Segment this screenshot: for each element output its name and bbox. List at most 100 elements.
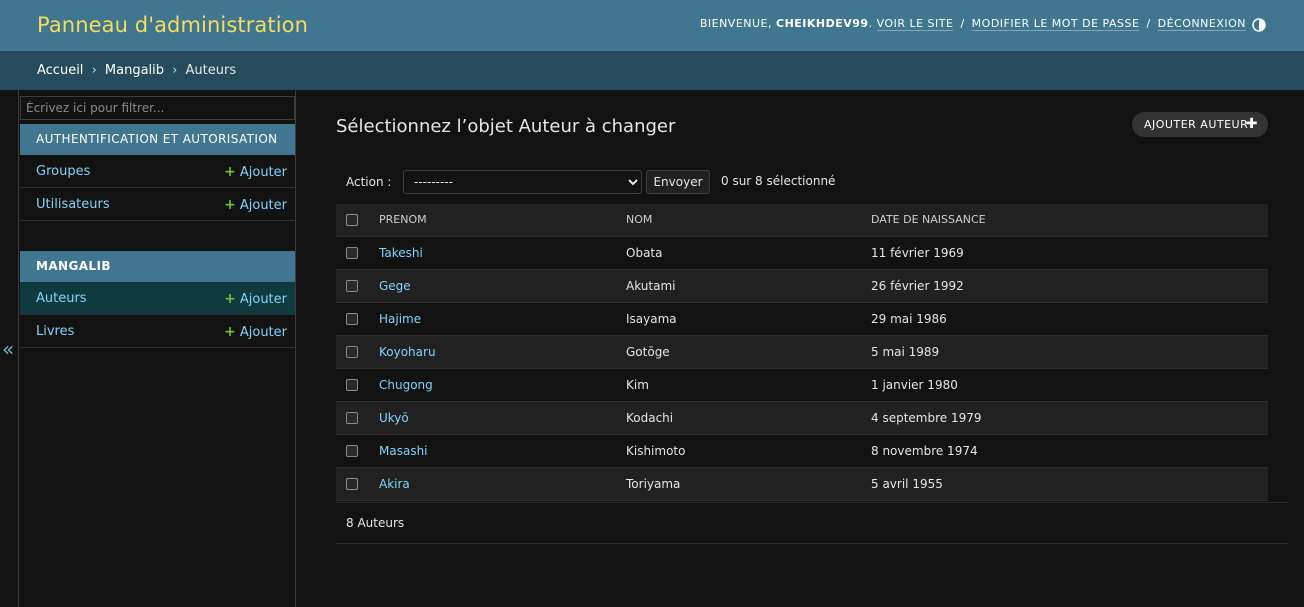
prenom-cell: Hajime [369, 302, 616, 336]
module-caption-mangalib[interactable]: MANGALIB [20, 251, 295, 282]
sidebar-filter-input[interactable] [20, 96, 295, 120]
breadcrumb: Accueil › Mangalib › Auteurs [0, 51, 1304, 90]
prenom-link[interactable]: Masashi [379, 444, 428, 458]
date-cell: 8 novembre 1974 [861, 434, 1268, 468]
prenom-cell: Takeshi [369, 236, 616, 270]
row-checkbox-cell [336, 236, 369, 270]
date-cell: 29 mai 1986 [861, 302, 1268, 336]
row-checkbox[interactable] [346, 280, 358, 292]
plus-icon: + [224, 197, 236, 213]
add-auteur-button[interactable]: AJOUTER AUTEUR ✚ [1132, 112, 1268, 137]
module-caption-auth[interactable]: AUTHENTIFICATION ET AUTORISATION [20, 124, 295, 155]
breadcrumb-app[interactable]: Mangalib [105, 63, 164, 78]
separator: / [1146, 17, 1151, 30]
date-cell: 26 février 1992 [861, 269, 1268, 303]
sidebar-item-livres: Livres + Ajouter [20, 315, 295, 348]
sidebar-item-auteurs: Auteurs + Ajouter [20, 282, 295, 315]
prenom-link[interactable]: Ukyō [379, 411, 409, 425]
module-auth: AUTHENTIFICATION ET AUTORISATION Groupes… [20, 124, 295, 221]
prenom-link[interactable]: Gege [379, 279, 411, 293]
site-title[interactable]: Panneau d'administration [37, 13, 308, 37]
sidebar-item-label[interactable]: Groupes [36, 164, 90, 179]
view-site-link[interactable]: VOIR LE SITE [876, 17, 954, 31]
prenom-link[interactable]: Chugong [379, 378, 433, 392]
table-row: Takeshi Obata 11 février 1969 [336, 236, 1268, 270]
selection-counter: 0 sur 8 sélectionné [721, 174, 836, 188]
breadcrumb-separator: › [172, 63, 178, 78]
prenom-cell: Gege [369, 269, 616, 303]
table-row: Hajime Isayama 29 mai 1986 [336, 302, 1268, 336]
column-header-date[interactable]: DATE DE NAISSANCE [861, 204, 1268, 237]
row-checkbox-cell [336, 434, 369, 468]
row-checkbox-cell [336, 467, 369, 501]
column-header-nom[interactable]: NOM [616, 204, 861, 237]
theme-toggle-icon[interactable] [1252, 18, 1266, 32]
row-checkbox[interactable] [346, 313, 358, 325]
actions-bar: Action : --------- Envoyer 0 sur 8 sélec… [336, 170, 1268, 194]
prenom-cell: Koyoharu [369, 335, 616, 369]
prenom-link[interactable]: Akira [379, 477, 410, 491]
row-checkbox[interactable] [346, 346, 358, 358]
sidebar-item-label[interactable]: Auteurs [36, 291, 87, 306]
page-title: Sélectionnez l’objet Auteur à changer [336, 116, 676, 137]
select-all-checkbox[interactable] [346, 214, 358, 227]
column-header-prenom[interactable]: PRENOM [369, 204, 616, 237]
row-checkbox[interactable] [346, 379, 358, 391]
table-row: Koyoharu Gotōge 5 mai 1989 [336, 335, 1268, 369]
table-header-row: PRENOM NOM DATE DE NAISSANCE [336, 204, 1268, 237]
table-row: Masashi Kishimoto 8 novembre 1974 [336, 434, 1268, 468]
table-row: Chugong Kim 1 janvier 1980 [336, 368, 1268, 402]
breadcrumb-separator: › [91, 63, 97, 78]
welcome-text: BIENVENUE, [699, 17, 772, 30]
header: Panneau d'administration BIENVENUE, CHEI… [0, 0, 1304, 51]
sidebar-toggle-button[interactable]: « [0, 90, 19, 607]
table-row: Ukyō Kodachi 4 septembre 1979 [336, 401, 1268, 435]
nom-cell: Gotōge [616, 335, 861, 369]
user-tools: BIENVENUE, CHEIKHDEV99. VOIR LE SITE / M… [699, 17, 1246, 31]
add-button-label: AJOUTER AUTEUR [1144, 118, 1249, 131]
row-checkbox[interactable] [346, 445, 358, 457]
plus-icon: + [224, 291, 236, 307]
date-cell: 5 mai 1989 [861, 335, 1268, 369]
row-checkbox[interactable] [346, 247, 358, 259]
date-cell: 4 septembre 1979 [861, 401, 1268, 435]
nom-cell: Obata [616, 236, 861, 270]
breadcrumb-home[interactable]: Accueil [37, 63, 83, 78]
prenom-cell: Akira [369, 467, 616, 501]
nom-cell: Akutami [616, 269, 861, 303]
plus-icon: ✚ [1245, 116, 1258, 132]
add-groupe-link[interactable]: + Ajouter [224, 164, 287, 180]
prenom-cell: Ukyō [369, 401, 616, 435]
prenom-link[interactable]: Takeshi [379, 246, 423, 260]
prenom-cell: Masashi [369, 434, 616, 468]
action-select[interactable]: --------- [403, 170, 642, 194]
sidebar-item-label[interactable]: Utilisateurs [36, 197, 110, 212]
row-checkbox-cell [336, 269, 369, 303]
separator: / [960, 17, 965, 30]
row-checkbox-cell [336, 302, 369, 336]
add-auteur-link[interactable]: + Ajouter [224, 291, 287, 307]
nom-cell: Kishimoto [616, 434, 861, 468]
nom-cell: Isayama [616, 302, 861, 336]
add-livre-link[interactable]: + Ajouter [224, 324, 287, 340]
sidebar-item-label[interactable]: Livres [36, 324, 74, 339]
double-chevron-left-icon: « [2, 337, 15, 361]
logout-link[interactable]: DÉCONNEXION [1157, 17, 1246, 31]
row-checkbox[interactable] [346, 478, 358, 490]
paginator: 8 Auteurs [336, 502, 1288, 544]
row-checkbox-cell [336, 335, 369, 369]
send-button[interactable]: Envoyer [646, 170, 710, 194]
change-password-link[interactable]: MODIFIER LE MOT DE PASSE [971, 17, 1140, 31]
plus-icon: + [224, 324, 236, 340]
module-mangalib: MANGALIB Auteurs + Ajouter Livres + Ajoute… [20, 251, 295, 348]
sidebar-item-utilisateurs: Utilisateurs + Ajouter [20, 188, 295, 221]
sidebar-item-groupes: Groupes + Ajouter [20, 155, 295, 188]
row-checkbox-cell [336, 368, 369, 402]
prenom-link[interactable]: Hajime [379, 312, 421, 326]
date-cell: 11 février 1969 [861, 236, 1268, 270]
row-checkbox[interactable] [346, 412, 358, 424]
prenom-link[interactable]: Koyoharu [379, 345, 436, 359]
add-utilisateur-link[interactable]: + Ajouter [224, 197, 287, 213]
plus-icon: + [224, 164, 236, 180]
row-checkbox-cell [336, 401, 369, 435]
